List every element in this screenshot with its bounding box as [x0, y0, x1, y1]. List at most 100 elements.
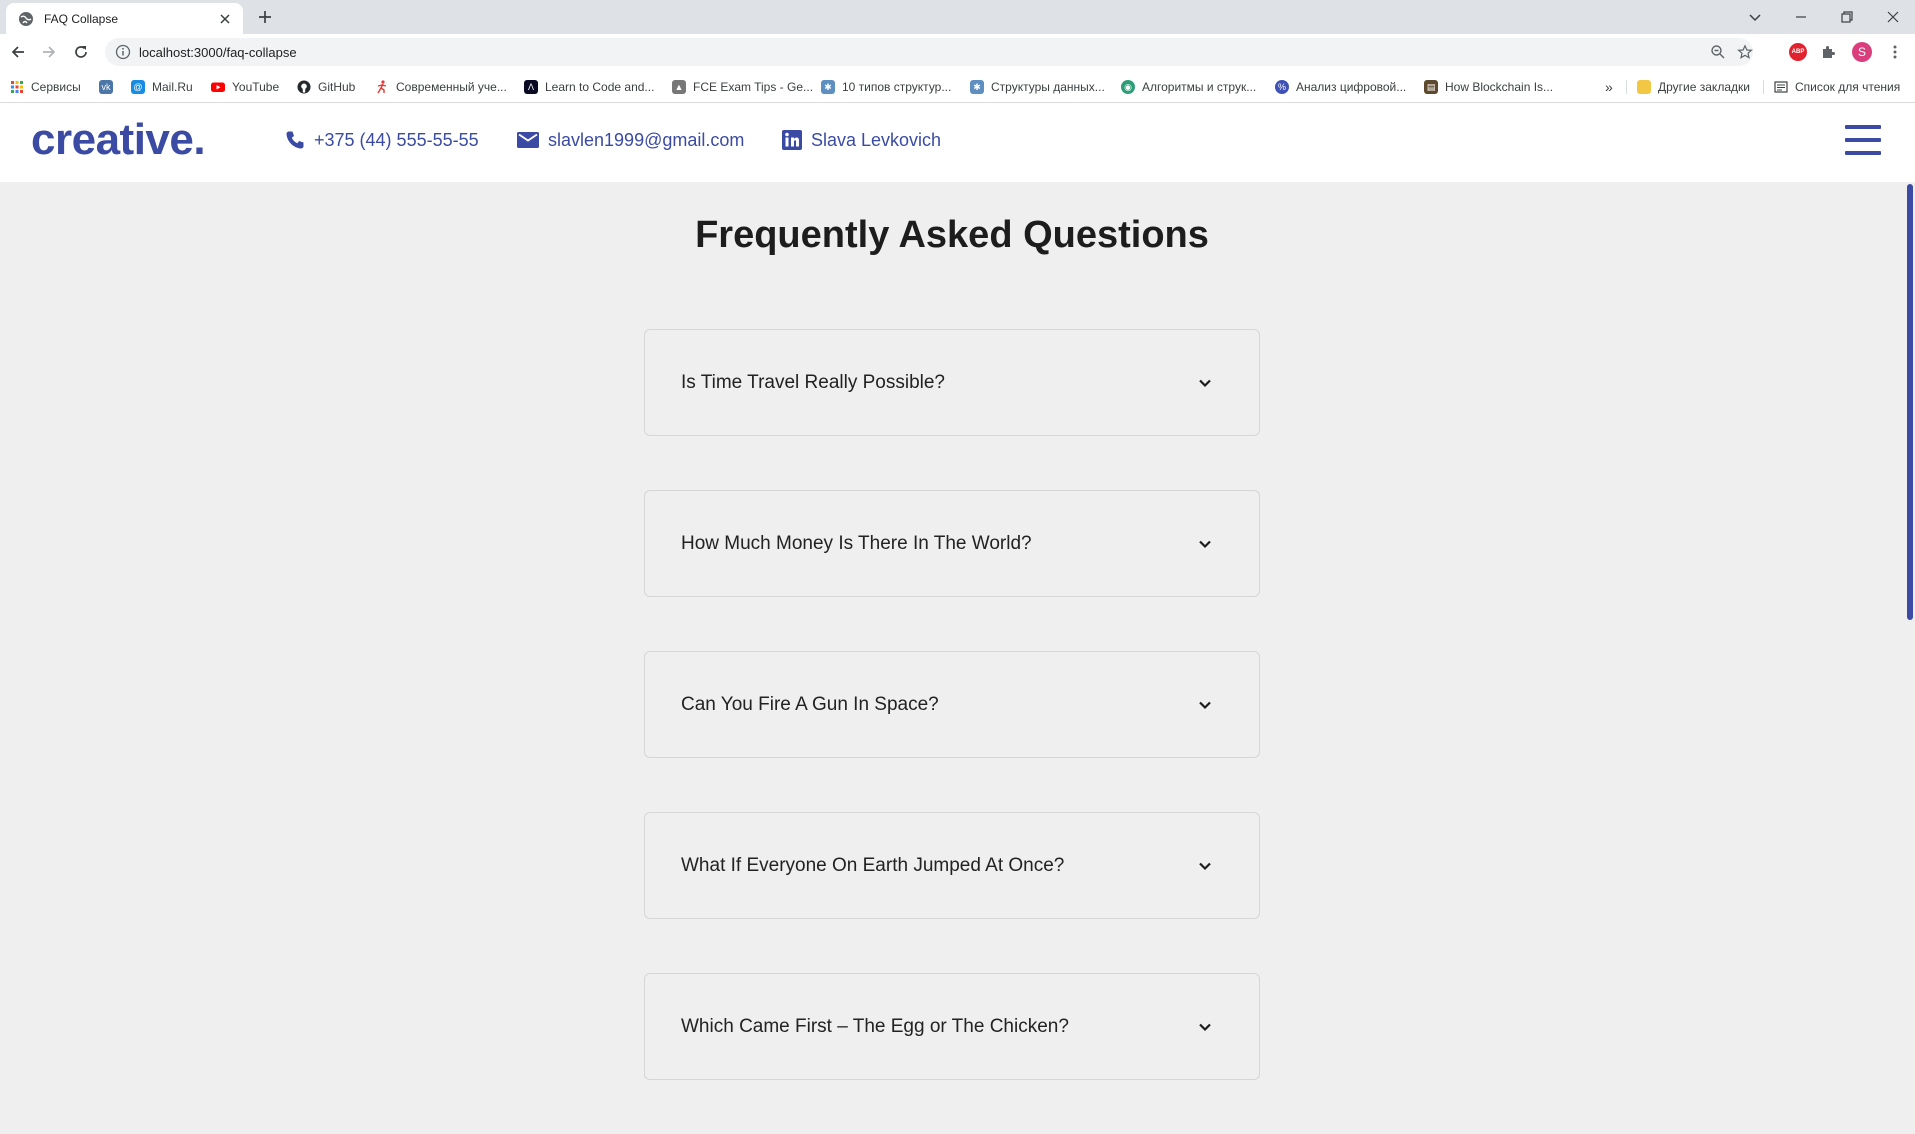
faq-item[interactable]: Is Time Travel Really Possible?	[644, 329, 1260, 436]
bookmark-item[interactable]: ✱ Структуры данных...	[970, 78, 1105, 96]
faq-question: Which Came First – The Egg or The Chicke…	[681, 1016, 1069, 1037]
faq-item[interactable]: Can You Fire A Gun In Space?	[644, 651, 1260, 758]
chevron-down-icon[interactable]	[1197, 858, 1213, 874]
reload-icon[interactable]	[72, 43, 90, 61]
vk-icon: vk	[99, 80, 113, 94]
bookmark-item[interactable]: ✱ 10 типов структур...	[821, 78, 951, 96]
page-scrollbar-thumb[interactable]	[1907, 184, 1913, 620]
bookmark-label: Mail.Ru	[152, 80, 193, 94]
faq-question: How Much Money Is There In The World?	[681, 533, 1032, 554]
bookmarks-divider	[1763, 80, 1764, 94]
url-text: localhost:3000/faq-collapse	[139, 44, 297, 60]
bookmark-label: Структуры данных...	[991, 80, 1105, 94]
mailru-icon: @	[131, 80, 145, 94]
faq-item[interactable]: How Much Money Is There In The World?	[644, 490, 1260, 597]
phone-link[interactable]: +375 (44) 555-55-55	[284, 129, 479, 151]
bookmark-item[interactable]: YouTube	[211, 78, 279, 96]
tab-search-icon[interactable]	[1744, 6, 1766, 28]
bookmark-label: Список для чтения	[1795, 80, 1901, 94]
forward-arrow-icon[interactable]	[40, 43, 58, 61]
youtube-icon	[211, 82, 225, 92]
runner-icon	[377, 80, 387, 94]
chevron-down-icon[interactable]	[1197, 1019, 1213, 1035]
close-window-icon[interactable]	[1882, 6, 1904, 28]
browser-tab[interactable]: FAQ Collapse	[6, 3, 243, 34]
folder-icon	[1637, 80, 1651, 94]
bookmark-item[interactable]: % Анализ цифровой...	[1275, 78, 1406, 96]
github-icon	[297, 80, 311, 94]
bookmark-item[interactable]: ▤ How Blockchain Is...	[1424, 78, 1553, 96]
site-logo[interactable]: creative.	[31, 115, 206, 165]
hat-icon: ▲	[672, 80, 686, 94]
bookmark-label: 10 типов структур...	[842, 80, 952, 94]
habr-icon: ✱	[821, 80, 835, 94]
bookmarks-bar: Сервисы vk @ Mail.Ru YouTube GitHub Совр…	[0, 70, 1915, 103]
tab-title: FAQ Collapse	[44, 11, 119, 26]
faq-question: Can You Fire A Gun In Space?	[681, 694, 939, 715]
bookmark-item[interactable]: ◉ Алгоритмы и струк...	[1121, 78, 1256, 96]
chevron-down-icon[interactable]	[1197, 375, 1213, 391]
hamburger-line	[1845, 151, 1881, 155]
chevron-down-icon[interactable]	[1197, 697, 1213, 713]
bookmark-item[interactable]: Современный уче...	[375, 78, 507, 96]
linkedin-name: Slava Levkovich	[811, 129, 942, 150]
bookmark-item[interactable]: vk	[99, 78, 120, 96]
hamburger-line	[1845, 138, 1881, 142]
bookmark-label: Анализ цифровой...	[1296, 80, 1407, 94]
linkedin-link[interactable]: Slava Levkovich	[781, 129, 941, 151]
email-icon	[517, 132, 539, 148]
new-tab-icon[interactable]	[256, 8, 274, 26]
back-arrow-icon[interactable]	[9, 43, 27, 61]
apps-grid-icon	[11, 81, 23, 93]
adblock-extension-icon[interactable]: ABP	[1789, 43, 1807, 61]
other-bookmarks-folder[interactable]: Другие закладки	[1637, 78, 1750, 96]
bookmark-label: YouTube	[232, 80, 280, 94]
linkedin-icon	[782, 130, 802, 150]
reading-list-button[interactable]: Список для чтения	[1774, 78, 1900, 96]
browser-toolbar: localhost:3000/faq-collapse ABP S	[0, 34, 1915, 70]
bookmark-label: How Blockchain Is...	[1445, 80, 1554, 94]
bookmark-label: Learn to Code and...	[545, 80, 655, 94]
bookmark-star-icon[interactable]	[1737, 44, 1753, 60]
reading-list-icon	[1774, 81, 1788, 93]
bookmark-item[interactable]: @ Mail.Ru	[131, 78, 193, 96]
site-header: creative. +375 (44) 555-55-55 slavlen199…	[0, 103, 1915, 182]
bookmark-item[interactable]: Сервисы	[10, 78, 81, 96]
hamburger-menu-button[interactable]	[1845, 125, 1881, 157]
phone-icon	[286, 131, 304, 149]
site-info-icon[interactable]	[115, 44, 131, 60]
faq-list: Is Time Travel Really Possible? How Much…	[644, 329, 1260, 1134]
habr-icon: ✱	[970, 80, 984, 94]
bookmark-item[interactable]: ▲ FCE Exam Tips - Ge...	[672, 78, 813, 96]
extensions-puzzle-icon[interactable]	[1820, 43, 1838, 61]
book-icon: ▤	[1424, 80, 1438, 94]
address-bar[interactable]: localhost:3000/faq-collapse	[105, 38, 1753, 66]
bookmark-label: Современный уче...	[396, 80, 507, 94]
faq-question: Is Time Travel Really Possible?	[681, 372, 945, 393]
faq-item[interactable]: What If Everyone On Earth Jumped At Once…	[644, 812, 1260, 919]
bookmark-item[interactable]: GitHub	[297, 78, 355, 96]
bookmark-label: GitHub	[318, 80, 356, 94]
minimize-icon[interactable]	[1790, 6, 1812, 28]
phone-number: +375 (44) 555-55-55	[314, 129, 479, 150]
restore-icon[interactable]	[1836, 6, 1858, 28]
chevron-down-icon[interactable]	[1197, 536, 1213, 552]
close-tab-icon[interactable]	[217, 11, 233, 27]
globe-icon: ◉	[1121, 80, 1135, 94]
faq-item[interactable]: Which Came First – The Egg or The Chicke…	[644, 973, 1260, 1080]
hamburger-line	[1845, 125, 1881, 129]
email-link[interactable]: slavlen1999@gmail.com	[516, 129, 744, 151]
bookmark-item[interactable]: Λ Learn to Code and...	[524, 78, 654, 96]
zoom-icon[interactable]	[1710, 44, 1726, 60]
more-bookmarks-button[interactable]: »	[1605, 78, 1613, 96]
percent-icon: %	[1275, 80, 1289, 94]
freecodecamp-icon: Λ	[524, 80, 538, 94]
bookmarks-divider	[1626, 80, 1627, 94]
bookmark-label: FCE Exam Tips - Ge...	[693, 80, 814, 94]
page-title: Frequently Asked Questions	[695, 214, 1209, 256]
profile-avatar[interactable]: S	[1852, 42, 1872, 62]
browser-menu-icon[interactable]	[1886, 43, 1904, 61]
globe-icon	[19, 11, 33, 26]
email-address: slavlen1999@gmail.com	[548, 129, 745, 150]
bookmark-label: Другие закладки	[1658, 80, 1750, 94]
